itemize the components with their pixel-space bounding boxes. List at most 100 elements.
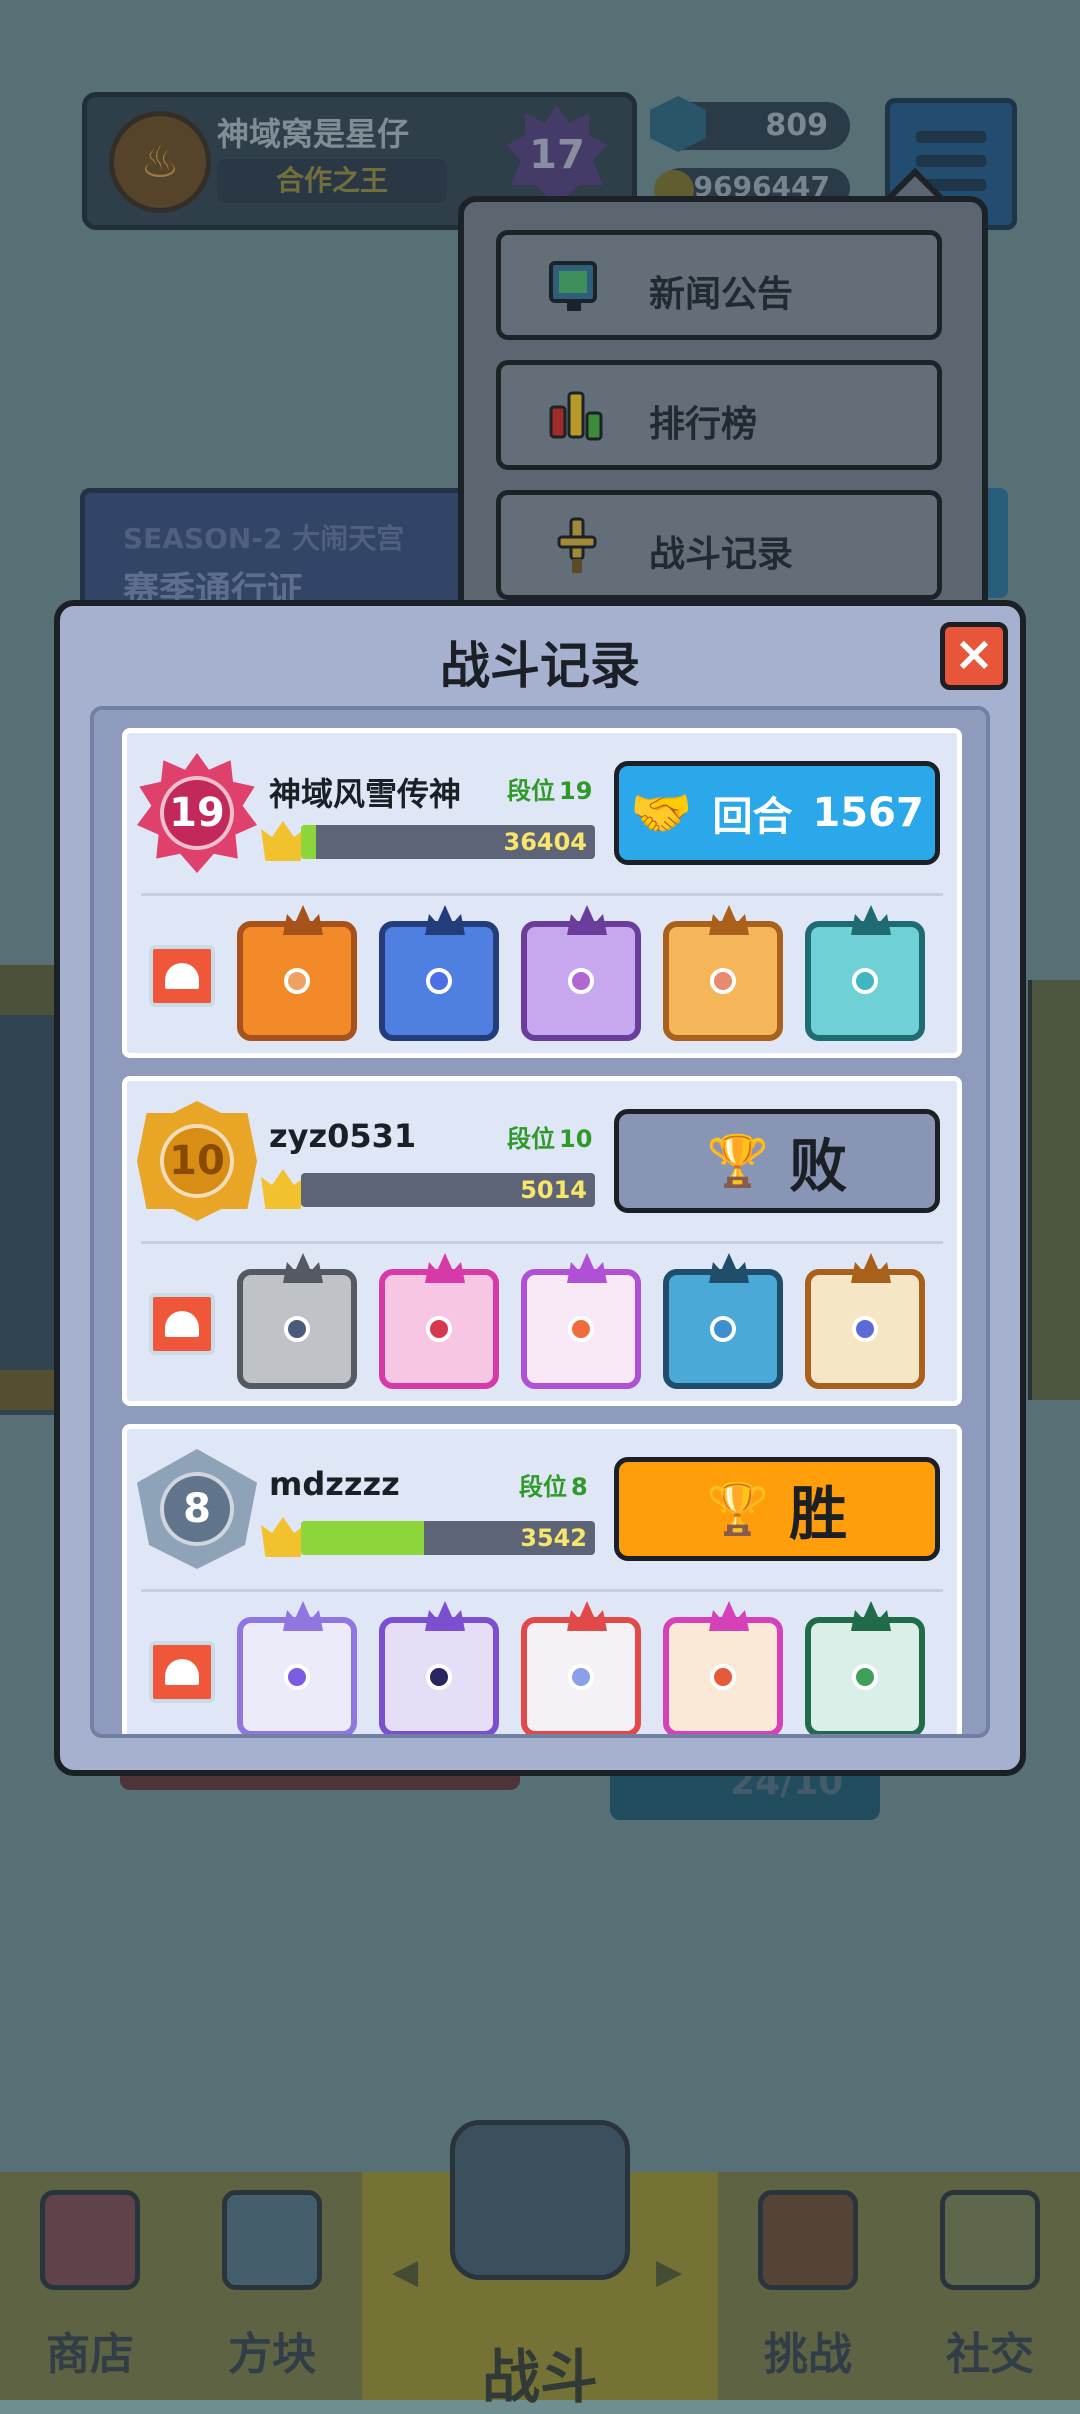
monitor-icon [549,261,597,311]
dice-deck [237,905,957,1043]
close-button[interactable]: × [940,622,1008,690]
dice-pip [710,1316,736,1342]
tier-label: 段位 19 [507,771,592,806]
tier-text: 段位 [507,1125,555,1153]
tier-text: 段位 [507,777,555,805]
moon-dice [379,905,499,1041]
report-button[interactable] [149,945,215,1007]
dice-pip [710,968,736,994]
rank-badge: 10 [137,1101,257,1221]
dice-deck [237,1601,957,1734]
rank-number: 19 [160,776,234,850]
dice-pip [426,968,452,994]
score-bar: 3542 [301,1521,595,1555]
dragon-crown-icon [709,1601,749,1631]
dragon-crown-icon [851,1601,891,1631]
dragon-crown-icon [567,905,607,935]
trophy-icon: 🏆 [706,1479,770,1538]
dragon-crown-icon [425,1253,465,1283]
tier-number: 19 [559,777,593,805]
dice-pip [852,1664,878,1690]
round-result-button[interactable]: 🤝 回合 1567 [614,761,940,865]
dice-pip [284,968,310,994]
tier-label: 段位 10 [507,1119,592,1154]
opponent-name: mdzzzz [269,1465,400,1503]
dice-deck [237,1253,957,1391]
rank-badge: 19 [137,753,257,873]
tier-text: 段位 [519,1473,567,1501]
score-value: 3542 [520,1524,587,1552]
report-button[interactable] [149,1293,215,1355]
result-label: 败 [789,1132,848,1200]
wind-dice [663,1253,783,1389]
win-result-button[interactable]: 🏆 胜 [614,1457,940,1561]
dice-pip [710,1664,736,1690]
shield-dice [379,1253,499,1389]
siren-icon [165,1311,199,1337]
round-count: 1567 [812,790,924,836]
siren-icon [165,963,199,989]
battle-record-row[interactable]: 8 mdzzzz 段位 8 3542 🏆 胜 [122,1424,962,1734]
divider [141,1589,943,1592]
siren-icon [165,1659,199,1685]
dice-pip [284,1664,310,1690]
sunburst-dice [663,1601,783,1734]
dropdown-menu: 新闻公告 排行榜 战斗记录 [458,196,988,628]
result-label: 胜 [789,1480,848,1548]
menu-item-label: 战斗记录 [649,534,794,575]
battle-record-modal: 战斗记录 × 19 神域风雪传神 段位 19 36404 🤝 回合 1567 1… [54,600,1026,1776]
dragon-crown-icon [567,1253,607,1283]
tier-label: 段位 8 [519,1467,588,1502]
score-bar: 5014 [301,1173,595,1207]
score-bar: 36404 [301,825,595,859]
tier-number: 8 [571,1473,588,1501]
gear-dice [237,1253,357,1389]
modal-title: 战斗记录 [440,637,640,695]
infinity-dice [805,1253,925,1389]
dragon-crown-icon [283,1601,323,1631]
lose-result-button[interactable]: 🏆 败 [614,1109,940,1213]
dragon-crown-icon [567,1601,607,1631]
battle-record-list[interactable]: 19 神域风雪传神 段位19 36404 🤝 回合 1567 10 zyz05 [90,706,990,1738]
handshake-icon: 🤝 [630,783,693,842]
light-dice [521,1253,641,1389]
trophy-crown-icon [261,821,305,861]
dragon-crown-icon [851,905,891,935]
score-value: 5014 [520,1176,587,1204]
menu-item-label: 新闻公告 [649,274,794,315]
dice-pip [568,968,594,994]
dragon-crown-icon [425,1601,465,1631]
opponent-name: 神域风雪传神 [269,775,462,813]
divider [141,1241,943,1244]
menu-item-leaderboard[interactable]: 排行榜 [496,360,942,470]
dragon-crown-icon [709,905,749,935]
ice-dice [805,905,925,1041]
menu-item-news[interactable]: 新闻公告 [496,230,942,340]
dragon-crown-icon [283,905,323,935]
dice-pip [852,968,878,994]
close-icon: × [953,626,995,682]
score-fill [301,825,316,859]
trophy-crown-icon [261,1517,305,1557]
dice-pip [568,1664,594,1690]
dragon-crown-icon [425,905,465,935]
mystery-dice [237,1601,357,1734]
trophy-crown-icon [261,1169,305,1209]
heart-dice [663,905,783,1041]
dragon-crown-icon [851,1253,891,1283]
score-value: 36404 [503,828,588,856]
report-button[interactable] [149,1641,215,1703]
menu-item-battle-record[interactable]: 战斗记录 [496,490,942,600]
dice-pip [852,1316,878,1342]
thunder-dice [379,1601,499,1734]
sword-icon [557,517,597,573]
star-dice [521,905,641,1041]
sun-dice [237,905,357,1041]
leaderboard-icon [549,391,603,441]
dice-pip [426,1664,452,1690]
dragon-crown-icon [709,1253,749,1283]
dice-pip [284,1316,310,1342]
battle-record-row[interactable]: 10 zyz0531 段位 10 5014 🏆 败 [122,1076,962,1406]
opponent-name: zyz0531 [269,1117,417,1155]
battle-record-row[interactable]: 19 神域风雪传神 段位 19 36404 🤝 回合 1567 [122,728,962,1058]
